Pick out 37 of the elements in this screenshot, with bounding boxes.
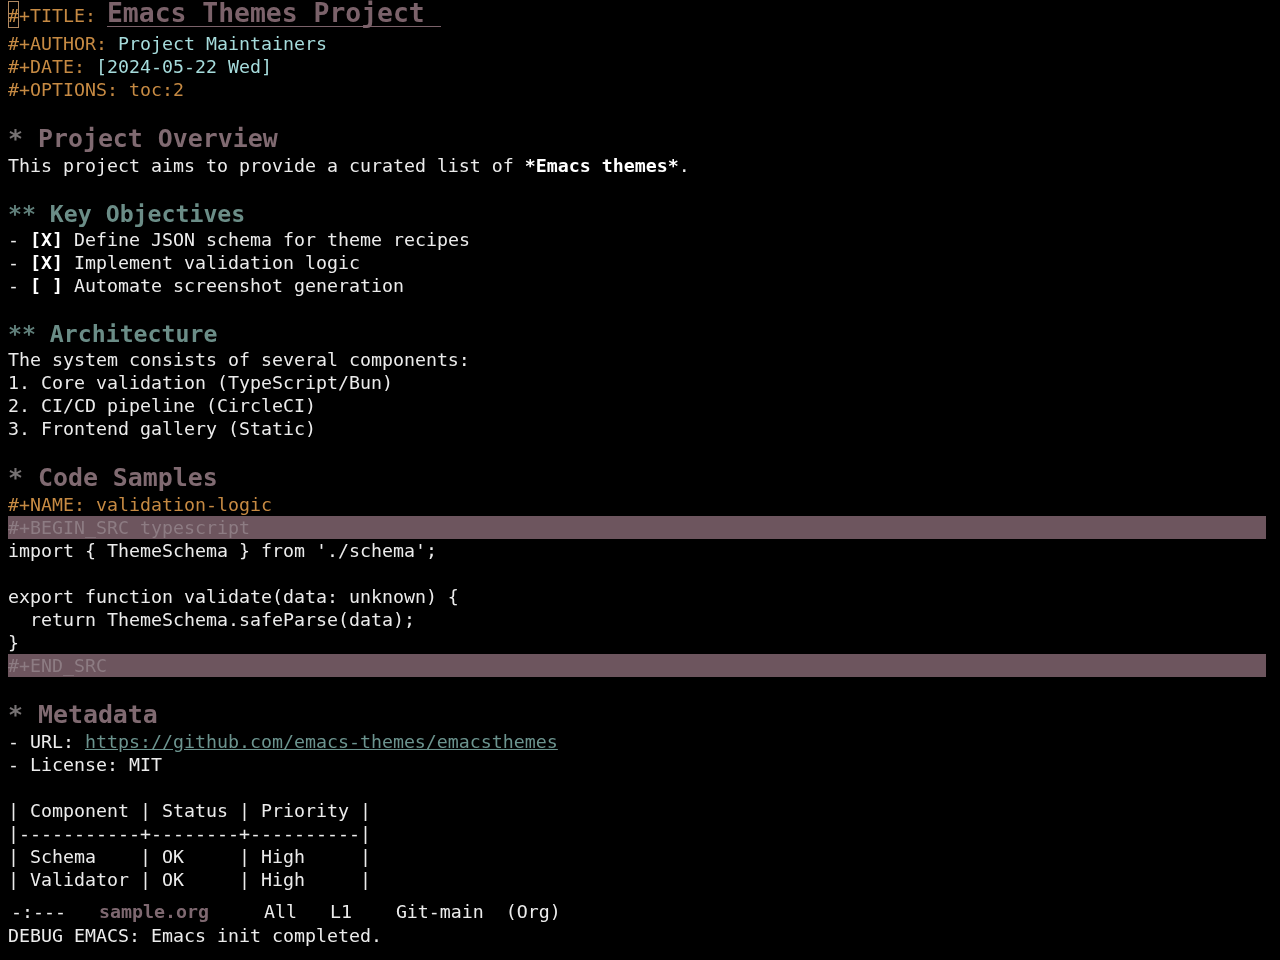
list-label: - URL: (8, 730, 74, 752)
buffer-name: sample.org (98, 900, 209, 924)
checklist-item: - [X] Implement validation logic (8, 250, 361, 274)
checklist-item: - [X] Define JSON schema for theme recipes (8, 227, 471, 251)
keyword-label: #+DATE: (8, 55, 85, 77)
date-value: [2024-05-22 Wed] (95, 55, 272, 77)
heading: * Code Samples (8, 462, 219, 493)
heading: ** Architecture (8, 319, 219, 348)
keyword-label: #+NAME: (8, 493, 85, 515)
line-number: L1 (329, 900, 352, 924)
checklist-item: - [ ] Automate screenshot generation (8, 273, 405, 297)
text-line: The system consists of several components: (8, 347, 471, 371)
modified-status: -:--- (11, 900, 66, 924)
heading: * Metadata (8, 699, 159, 730)
author-name: Project Maintainers (117, 32, 327, 54)
heading: * Project Overview (8, 123, 279, 154)
table-header-row-text: | Component | Status | Priority | (8, 798, 372, 822)
major-mode: (Org) (505, 900, 561, 924)
keyword-label: #+OPTIONS: (8, 78, 118, 100)
numbered-list-item: 3. Frontend gallery (Static) (8, 416, 317, 440)
source-code: import { ThemeSchema } from './schema'; export function validate(data: unknown) { return ThemeSchema.safeParse(data); } (8, 538, 460, 654)
paragraph: This project aims to provide a curated list of *Emacs themes*. (8, 153, 691, 177)
url-link[interactable]: https://github.com/emacs-themes/emacsthemes (84, 730, 558, 752)
text-line: - License: MIT (8, 752, 163, 776)
scroll-position: All (263, 900, 297, 924)
table-row-text: | Schema | OK | High | (8, 844, 372, 868)
block-name: validation-logic (95, 493, 272, 515)
document-title: Emacs Themes Project (106, 0, 441, 28)
numbered-list-item: 2. CI/CD pipeline (CircleCI) (8, 393, 317, 417)
numbered-list-item: 1. Core validation (TypeScript/Bun) (8, 370, 394, 394)
table-rule-line: |-----------+--------+----------| (8, 821, 372, 845)
table-row-text: | Validator | OK | High | (8, 867, 372, 891)
echo-message: DEBUG EMACS: Emacs init completed. (8, 925, 382, 946)
heading: ** Key Objectives (8, 199, 247, 228)
keyword-label: #+AUTHOR: (8, 32, 107, 54)
vc-branch: Git-main (395, 900, 484, 924)
options-value: toc:2 (128, 78, 184, 100)
